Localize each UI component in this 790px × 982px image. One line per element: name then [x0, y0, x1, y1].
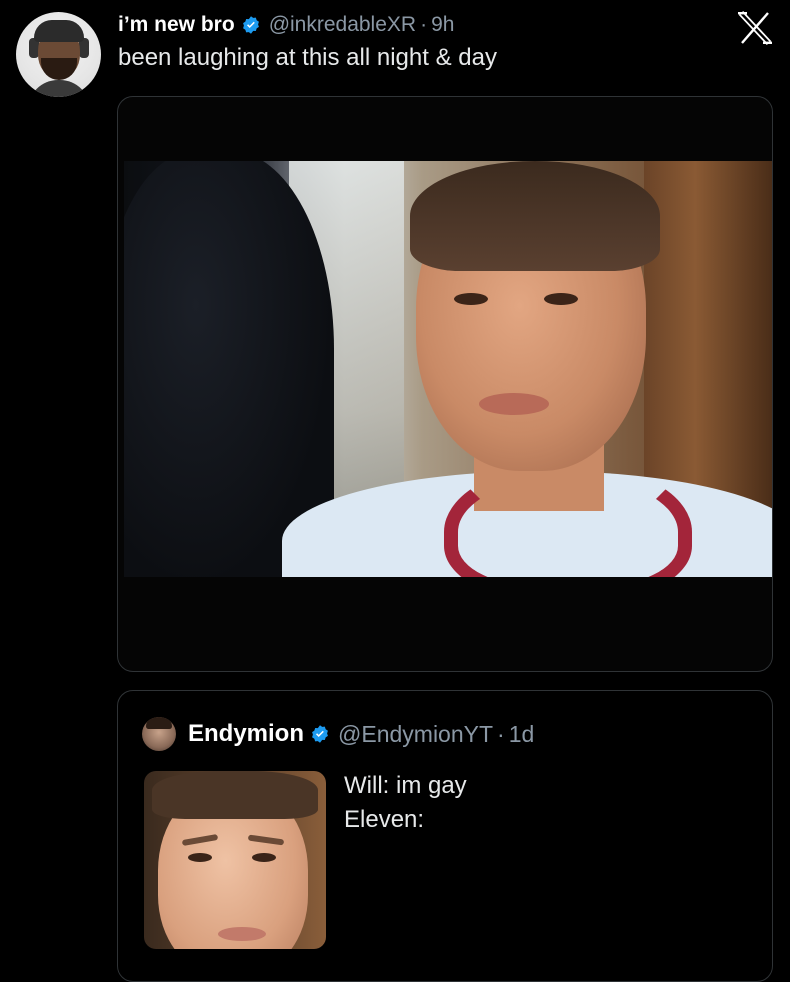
quoted-author-name[interactable]: Endymion — [188, 720, 304, 748]
quoted-tweet-text: Will: im gay Eleven: — [344, 769, 467, 837]
verified-badge-icon — [310, 724, 330, 744]
quoted-line-will: Will: im gay — [344, 772, 467, 799]
tweet-header: i’m new bro @inkredableXR · 9h — [118, 10, 454, 40]
separator-dot: · — [497, 720, 505, 747]
quoted-tweet-header: Endymion @EndymionYT · 1d — [188, 717, 534, 751]
author-avatar[interactable] — [16, 12, 101, 97]
quoted-author-avatar[interactable] — [142, 717, 176, 751]
tweet-media-card[interactable] — [117, 96, 773, 672]
tweet-timestamp[interactable]: 9h — [431, 13, 454, 37]
verified-badge-icon — [241, 15, 261, 35]
quoted-line-eleven: Eleven: — [344, 806, 425, 833]
quoted-timestamp[interactable]: 1d — [509, 721, 535, 748]
separator-dot: · — [420, 13, 428, 36]
video-still-image — [124, 161, 772, 577]
tweet-text: been laughing at this all night & day — [118, 44, 497, 71]
x-logo-icon[interactable] — [735, 8, 775, 48]
author-name[interactable]: i’m new bro — [118, 13, 235, 37]
quoted-tweet-card[interactable]: Endymion @EndymionYT · 1d Will: im gay E… — [117, 690, 773, 982]
quoted-media-thumbnail[interactable] — [144, 771, 326, 949]
author-handle[interactable]: @inkredableXR — [269, 13, 416, 37]
quoted-author-handle[interactable]: @EndymionYT — [338, 721, 493, 748]
